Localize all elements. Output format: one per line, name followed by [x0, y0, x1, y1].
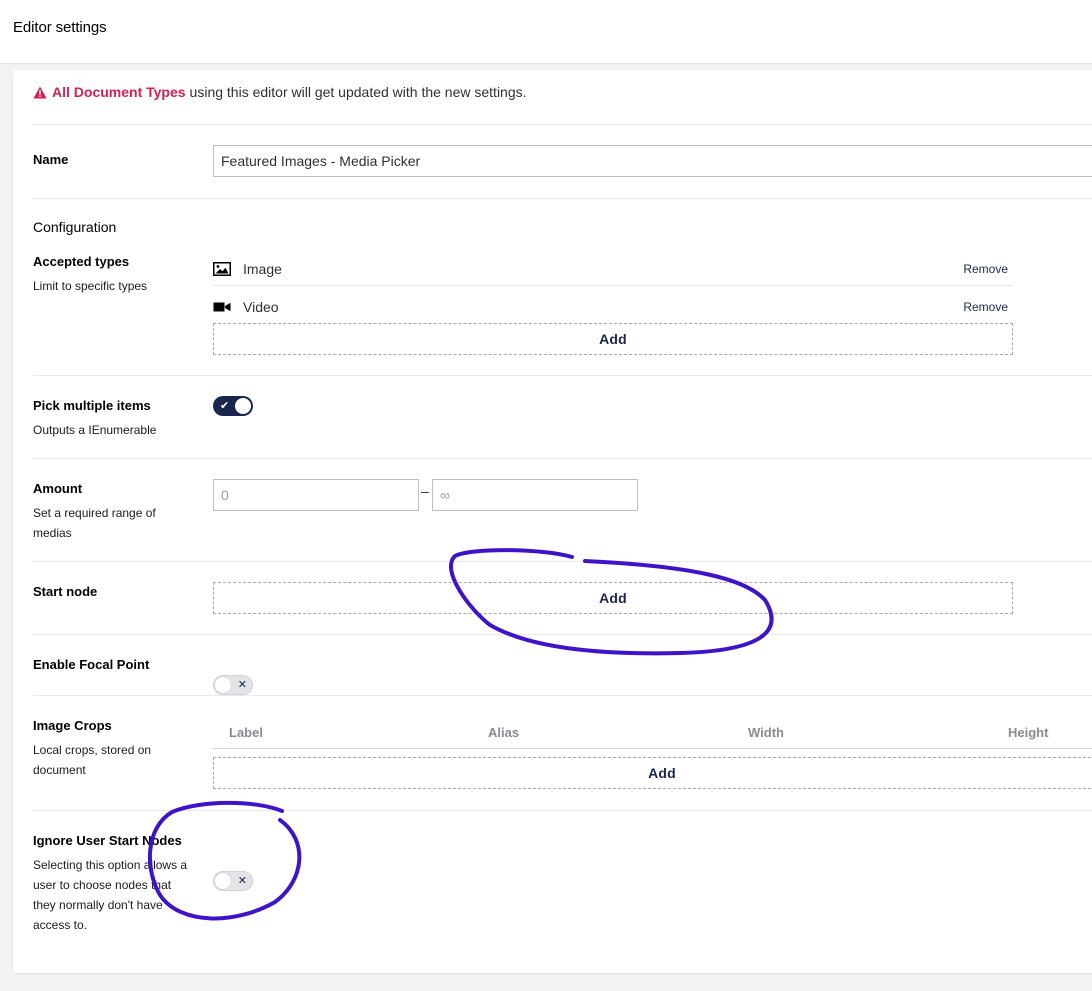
amount-max-input[interactable]: ∞ [432, 479, 638, 511]
image-crops-label: Image Crops [33, 718, 112, 733]
name-input[interactable]: Featured Images - Media Picker [213, 145, 1092, 177]
amount-label: Amount [33, 481, 83, 496]
accepted-type-item: Image Remove [213, 250, 1013, 288]
close-icon: ✕ [237, 679, 247, 691]
pick-multiple-description: Outputs a IEnumerable [33, 423, 157, 437]
accepted-types-label: Accepted types [33, 254, 130, 269]
remove-type-button[interactable]: Remove [963, 300, 1008, 314]
page-title: Editor settings [13, 19, 107, 36]
divider [33, 634, 1092, 635]
pick-multiple-toggle[interactable]: ✔ [213, 396, 253, 416]
toggle-knob [215, 873, 231, 889]
document-types-link[interactable]: All Document Types [52, 84, 186, 100]
divider [33, 561, 1092, 562]
column-header-width: Width [748, 725, 784, 740]
divider [33, 810, 1092, 811]
focal-point-label: Enable Focal Point [33, 657, 150, 672]
accepted-type-name: Image [243, 261, 282, 277]
divider [33, 375, 1092, 376]
ignore-start-nodes-label: Ignore User Start Nodes [33, 833, 182, 848]
configuration-heading: Configuration [33, 219, 117, 235]
divider [213, 285, 1013, 286]
image-crops-description: Local crops, stored on document [33, 743, 152, 777]
amount-max-placeholder: ∞ [440, 487, 450, 503]
amount-min-placeholder: 0 [221, 487, 229, 503]
ignore-start-nodes-description: Selecting this option allows a user to c… [33, 858, 188, 932]
warning-text: using this editor will get updated with … [189, 84, 527, 100]
column-header-height: Height [1008, 725, 1049, 740]
accepted-type-name: Video [243, 299, 279, 315]
focal-point-toggle[interactable]: ✕ [213, 675, 253, 695]
pick-multiple-label: Pick multiple items [33, 398, 151, 413]
accepted-types-description: Limit to specific types [33, 279, 148, 293]
amount-min-input[interactable]: 0 [213, 479, 419, 511]
divider [33, 198, 1092, 199]
add-accepted-type-button[interactable]: Add [213, 323, 1013, 355]
image-crops-table-header: Label Alias Width Height [213, 715, 1092, 749]
start-node-label: Start node [33, 584, 98, 599]
divider [33, 124, 1092, 125]
toggle-knob [235, 398, 251, 414]
amount-separator: – [421, 483, 429, 499]
add-image-crop-button[interactable]: Add [213, 757, 1092, 789]
image-icon [213, 262, 231, 276]
column-header-alias: Alias [488, 725, 520, 740]
name-label: Name [33, 152, 69, 167]
check-icon: ✔ [220, 400, 230, 412]
add-start-node-button[interactable]: Add [213, 582, 1013, 614]
name-input-value: Featured Images - Media Picker [221, 153, 421, 169]
column-header-label: Label [229, 725, 263, 740]
close-icon: ✕ [237, 875, 247, 887]
divider [33, 695, 1092, 696]
warning-triangle-icon [33, 86, 47, 98]
update-warning: All Document Types using this editor wil… [33, 84, 527, 100]
ignore-start-nodes-toggle[interactable]: ✕ [213, 871, 253, 891]
divider [33, 458, 1092, 459]
toggle-knob [215, 677, 231, 693]
accepted-type-item: Video Remove [213, 288, 1013, 326]
editor-header: Editor settings [0, 0, 1092, 64]
video-camera-icon [213, 302, 231, 312]
amount-description: Set a required range of medias [33, 506, 156, 540]
settings-panel: All Document Types using this editor wil… [13, 70, 1092, 973]
remove-type-button[interactable]: Remove [963, 262, 1008, 276]
